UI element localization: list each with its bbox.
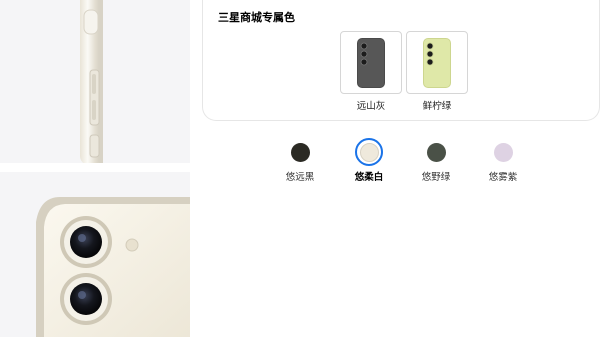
lime-phone-thumbnail [406,31,468,94]
color-option-black[interactable]: 悠远黑 [272,138,328,183]
camera-closeup-photo [0,172,190,337]
exclusive-color-gray[interactable]: 远山灰 [340,31,402,112]
color-option-purple[interactable]: 悠雾紫 [475,138,531,183]
color-swatch [290,142,310,162]
color-option-green[interactable]: 悠野绿 [408,138,464,183]
color-picker: 悠远黑 悠柔白 悠野绿 悠雾紫 [270,138,530,188]
exclusive-color-label: 远山灰 [356,101,386,112]
color-option-label: 悠野绿 [421,172,451,183]
exclusive-color-lime[interactable]: 鲜柠绿 [406,31,468,112]
phone-side-photo [0,0,190,163]
swatch-ring [489,138,517,166]
color-swatch [359,142,379,162]
color-swatch [493,142,513,162]
color-swatch [426,142,446,162]
color-option-label: 悠远黑 [285,172,315,183]
gray-phone-thumbnail [340,31,402,94]
exclusive-colors-card: 三星商城专属色 远山灰 鲜柠绿 [202,0,600,121]
exclusive-colors-title: 三星商城专属色 [218,11,295,24]
swatch-ring-selected [355,138,383,166]
exclusive-color-label: 鲜柠绿 [422,101,452,112]
swatch-ring [286,138,314,166]
color-option-label: 悠雾紫 [488,172,518,183]
color-option-label: 悠柔白 [354,172,384,183]
swatch-ring [422,138,450,166]
color-option-white[interactable]: 悠柔白 [341,138,397,183]
